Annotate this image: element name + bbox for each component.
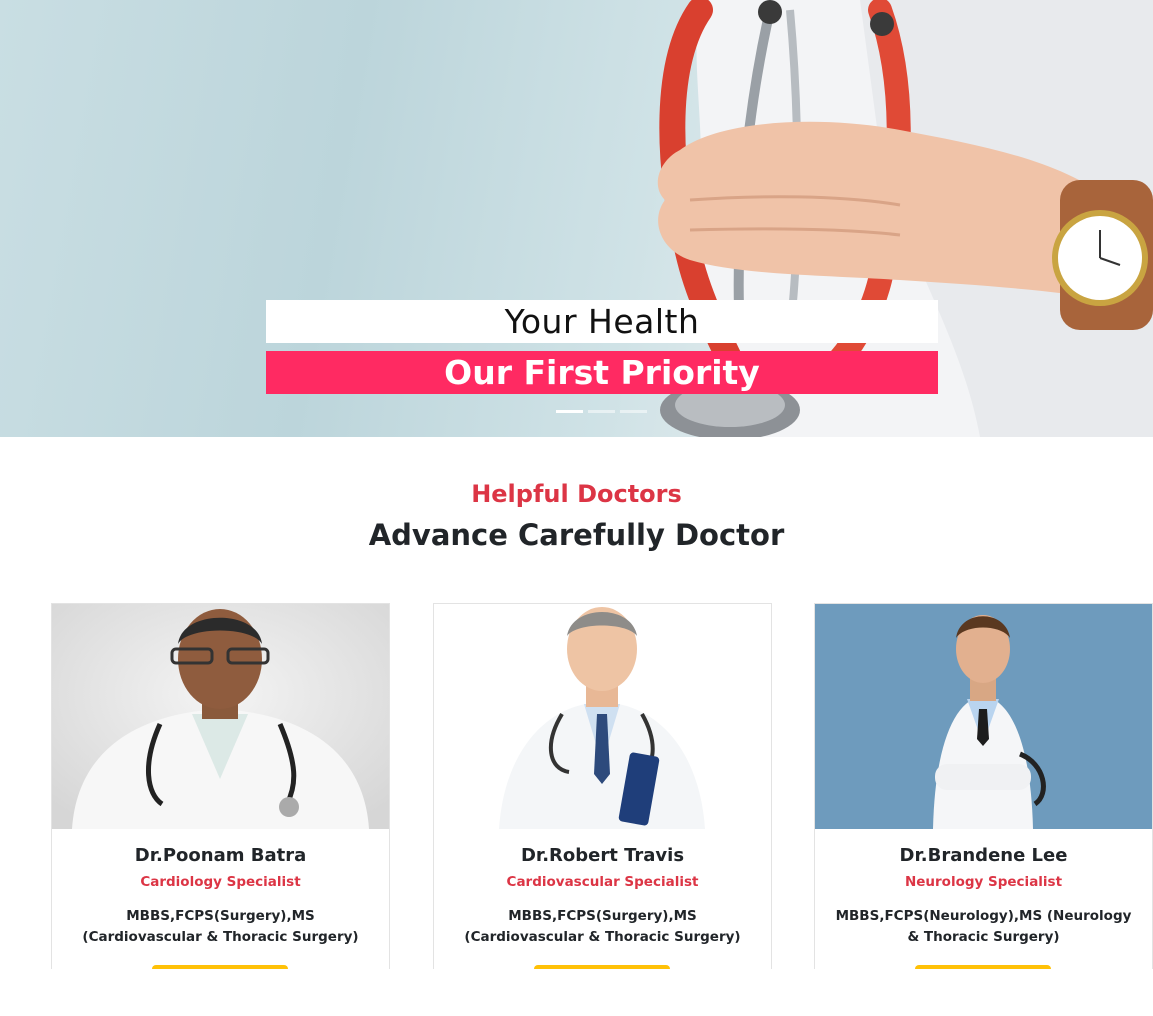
hero-carousel: Your Health Our First Priority: [0, 0, 1153, 437]
doctor-card: Dr.Poonam Batra Cardiology Specialist MB…: [51, 603, 390, 969]
carousel-indicators: [556, 410, 647, 413]
carousel-indicator-1[interactable]: [556, 410, 583, 413]
carousel-indicator-2[interactable]: [588, 410, 615, 413]
doctor-qualifications: MBBS,FCPS(Surgery),MS (Cardiovascular & …: [464, 908, 741, 945]
doctor-name: Dr.Poonam Batra: [134, 845, 307, 866]
doctor-photo: [434, 604, 771, 829]
doctor-name: Dr.Brandene Lee: [899, 845, 1068, 866]
doctor-photo: [815, 604, 1152, 829]
doctor-specialty: Neurology Specialist: [904, 874, 1063, 890]
doctor-qualifications: MBBS,FCPS(Neurology),MS (Neurology & Tho…: [835, 908, 1132, 945]
doctor-specialty: Cardiovascular Specialist: [506, 874, 699, 890]
hero-subtitle-box: Our First Priority: [266, 351, 938, 394]
doctor-qualifications: MBBS,FCPS(Surgery),MS (Cardiovascular & …: [82, 908, 359, 945]
section-title: Advance Carefully Doctor: [368, 518, 785, 552]
carousel-indicator-3[interactable]: [620, 410, 647, 413]
doctor-details-button[interactable]: [915, 965, 1051, 969]
doctor-details-button[interactable]: [152, 965, 288, 969]
hero-title: Your Health: [504, 302, 700, 341]
doctor-name: Dr.Robert Travis: [520, 845, 685, 866]
doctor-specialty: Cardiology Specialist: [140, 874, 301, 890]
hero-subtitle: Our First Priority: [444, 353, 760, 392]
doctor-card: Dr.Robert Travis Cardiovascular Speciali…: [433, 603, 772, 969]
doctor-details-button[interactable]: [534, 965, 670, 969]
section-kicker: Helpful Doctors: [471, 480, 682, 508]
doctor-card: Dr.Brandene Lee Neurology Specialist MBB…: [814, 603, 1153, 969]
doctor-photo: [52, 604, 389, 829]
hero-title-box: Your Health: [266, 300, 938, 343]
